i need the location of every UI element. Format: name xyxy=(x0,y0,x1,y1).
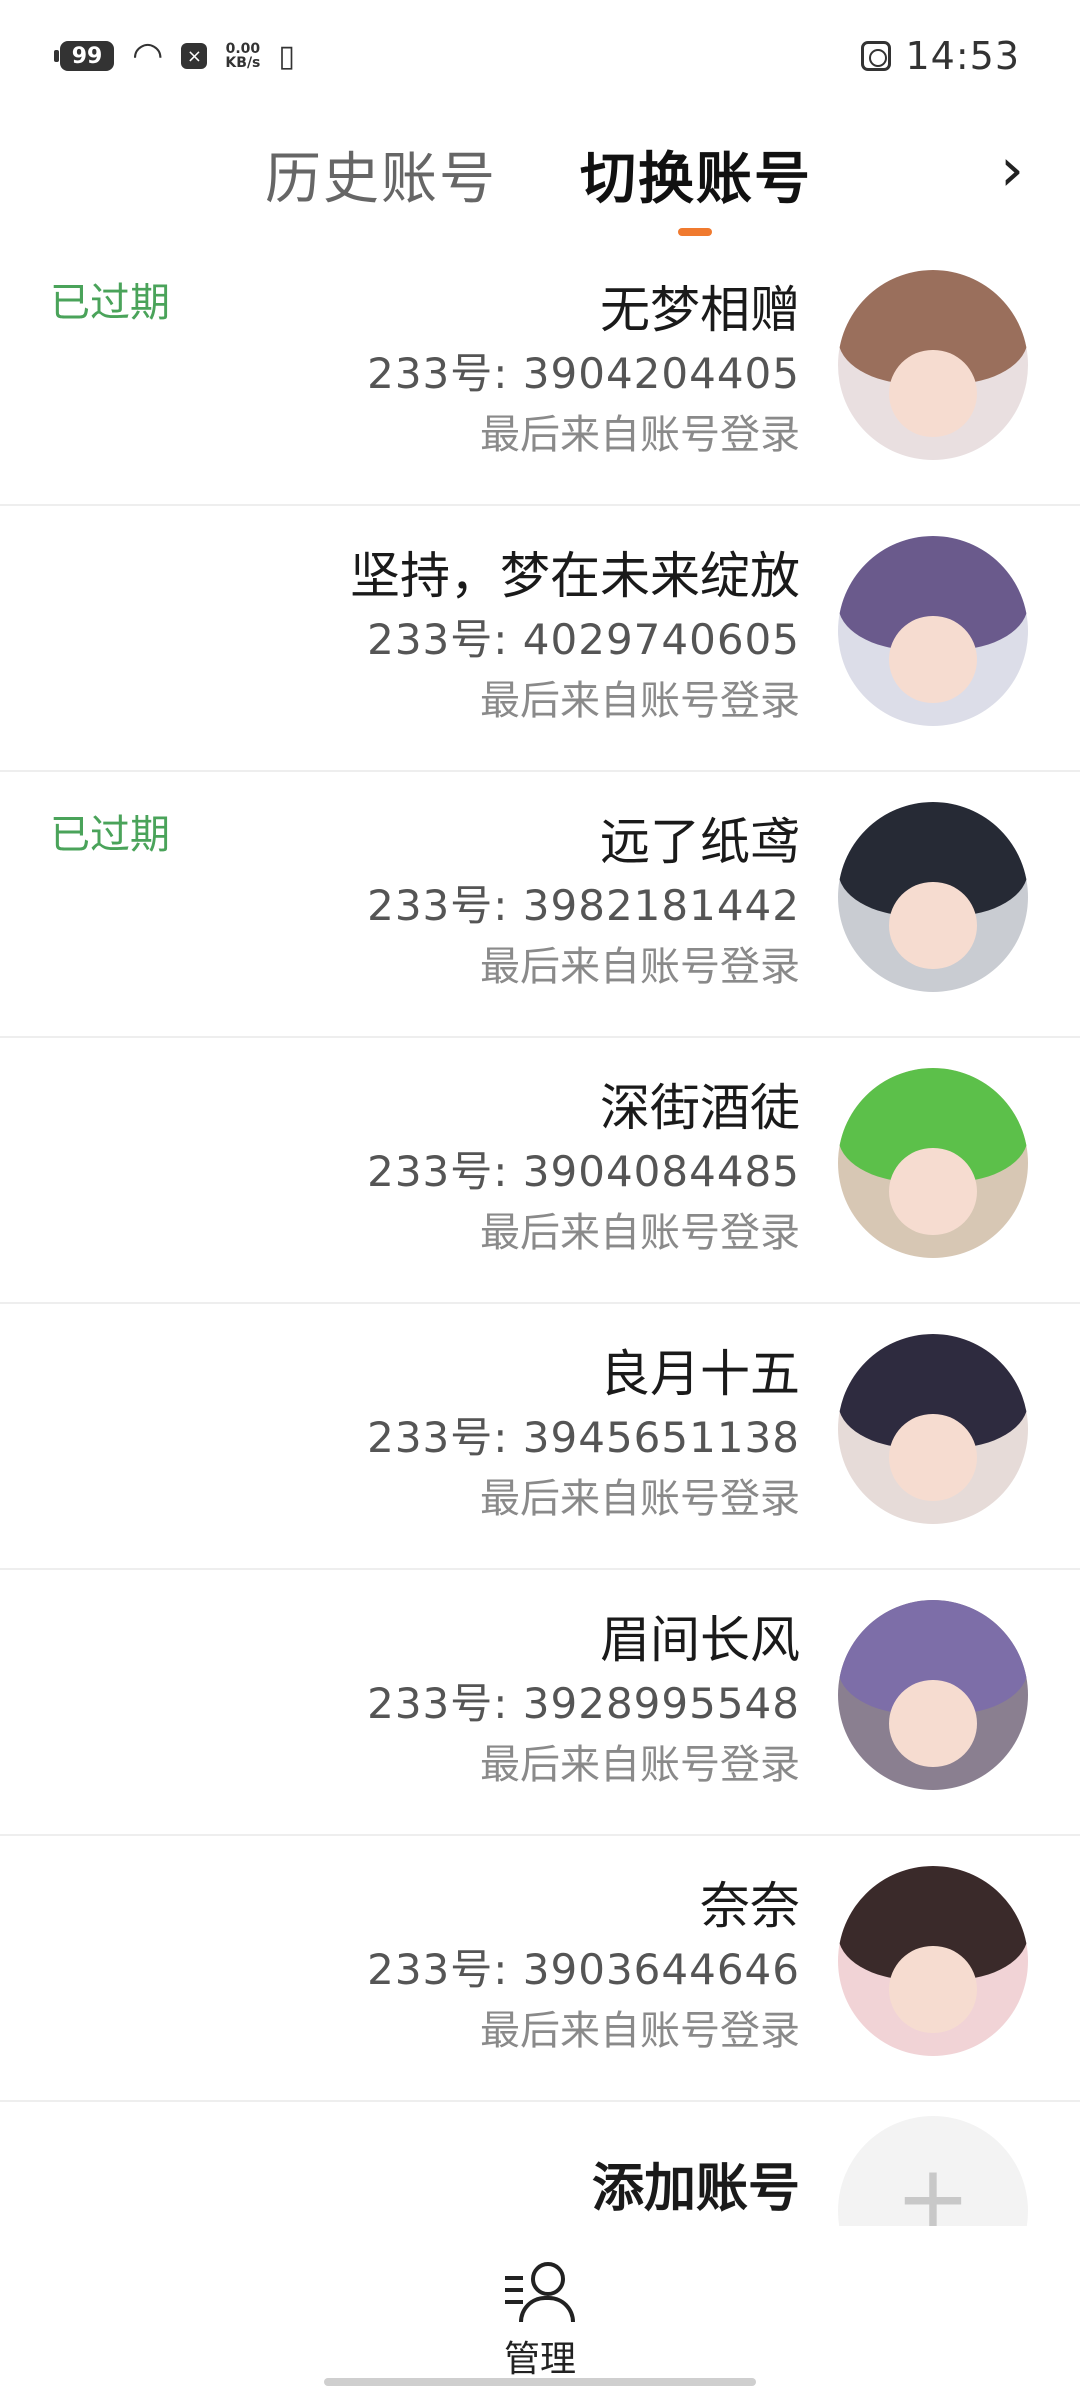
avatar xyxy=(838,1068,1028,1258)
account-list: 无梦相赠 233号: 3904204405 最后来自账号登录 已过期 坚持，梦在… xyxy=(0,240,1080,2102)
last-login-source: 最后来自账号登录 xyxy=(480,1742,800,1788)
avatar xyxy=(838,270,1028,460)
account-id: 233号: 3945651138 xyxy=(367,1413,800,1462)
account-row[interactable]: 眉间长风 233号: 3928995548 最后来自账号登录 xyxy=(0,1570,1080,1836)
account-name: 眉间长风 xyxy=(600,1611,800,1669)
last-login-source: 最后来自账号登录 xyxy=(480,2008,800,2054)
account-id: 233号: 3903644646 xyxy=(367,1945,800,1994)
add-account-label: 添加账号 xyxy=(591,2159,800,2219)
account-row[interactable]: 良月十五 233号: 3945651138 最后来自账号登录 xyxy=(0,1304,1080,1570)
avatar xyxy=(838,1866,1028,2056)
account-row[interactable]: 远了纸鸢 233号: 3982181442 最后来自账号登录 已过期 xyxy=(0,772,1080,1038)
avatar xyxy=(838,802,1028,992)
avatar xyxy=(838,1600,1028,1790)
last-login-source: 最后来自账号登录 xyxy=(480,412,800,458)
home-indicator[interactable] xyxy=(324,2378,756,2386)
account-name: 奈奈 xyxy=(700,1877,800,1935)
header: 历史账号 切换账号 › xyxy=(0,110,1080,240)
network-speed: 0.00 KB/s xyxy=(225,42,260,70)
add-account-row[interactable]: + 添加账号 xyxy=(0,2106,1080,2226)
vibrate-icon: ▯ xyxy=(278,38,295,74)
chevron-right-icon[interactable]: › xyxy=(1000,140,1024,200)
last-login-source: 最后来自账号登录 xyxy=(480,944,800,990)
active-tab-indicator xyxy=(678,228,712,236)
network-speed-value: 0.00 xyxy=(225,41,261,57)
wifi-icon: ◠ xyxy=(132,35,164,76)
plus-icon[interactable]: + xyxy=(838,2116,1028,2226)
account-id: 233号: 3982181442 xyxy=(367,881,800,930)
tab-switch-account[interactable]: 切换账号 xyxy=(580,134,812,215)
battery-icon: 99 xyxy=(54,41,114,71)
account-name: 远了纸鸢 xyxy=(600,813,800,871)
account-name: 良月十五 xyxy=(600,1345,800,1403)
avatar xyxy=(838,536,1028,726)
network-speed-unit: KB/s xyxy=(225,55,261,71)
account-id: 233号: 3928995548 xyxy=(367,1679,800,1728)
account-id: 233号: 3904204405 xyxy=(367,349,800,398)
account-id: 233号: 3904084485 xyxy=(367,1147,800,1196)
account-row[interactable]: 奈奈 233号: 3903644646 最后来自账号登录 xyxy=(0,1836,1080,2102)
last-login-source: 最后来自账号登录 xyxy=(480,678,800,724)
account-name: 无梦相赠 xyxy=(600,281,800,339)
account-name: 坚持，梦在未来绽放 xyxy=(350,547,800,605)
avatar xyxy=(838,1334,1028,1524)
status-bar: 99 ◠ × 0.00 KB/s ▯ 14:53 xyxy=(0,0,1080,110)
manage-button[interactable]: 管理 xyxy=(480,2262,600,2382)
status-time: 14:53 xyxy=(905,34,1020,78)
last-login-source: 最后来自账号登录 xyxy=(480,1210,800,1256)
no-sim-icon: × xyxy=(181,43,208,69)
manage-users-icon xyxy=(505,2262,575,2322)
status-icons: 99 ◠ × 0.00 KB/s ▯ xyxy=(54,35,295,76)
app-notification-icon xyxy=(861,41,892,71)
account-name: 深街酒徒 xyxy=(600,1079,800,1137)
tab-history-accounts[interactable]: 历史账号 xyxy=(265,134,497,215)
bottom-bar: 管理 xyxy=(0,2226,1080,2400)
account-row[interactable]: 深街酒徒 233号: 3904084485 最后来自账号登录 xyxy=(0,1038,1080,1304)
expired-badge: 已过期 xyxy=(50,812,170,858)
expired-badge: 已过期 xyxy=(50,280,170,326)
last-login-source: 最后来自账号登录 xyxy=(480,1476,800,1522)
account-row[interactable]: 无梦相赠 233号: 3904204405 最后来自账号登录 已过期 xyxy=(0,240,1080,506)
manage-label: 管理 xyxy=(503,2339,576,2380)
account-id: 233号: 4029740605 xyxy=(367,615,800,664)
account-row[interactable]: 坚持，梦在未来绽放 233号: 4029740605 最后来自账号登录 xyxy=(0,506,1080,772)
